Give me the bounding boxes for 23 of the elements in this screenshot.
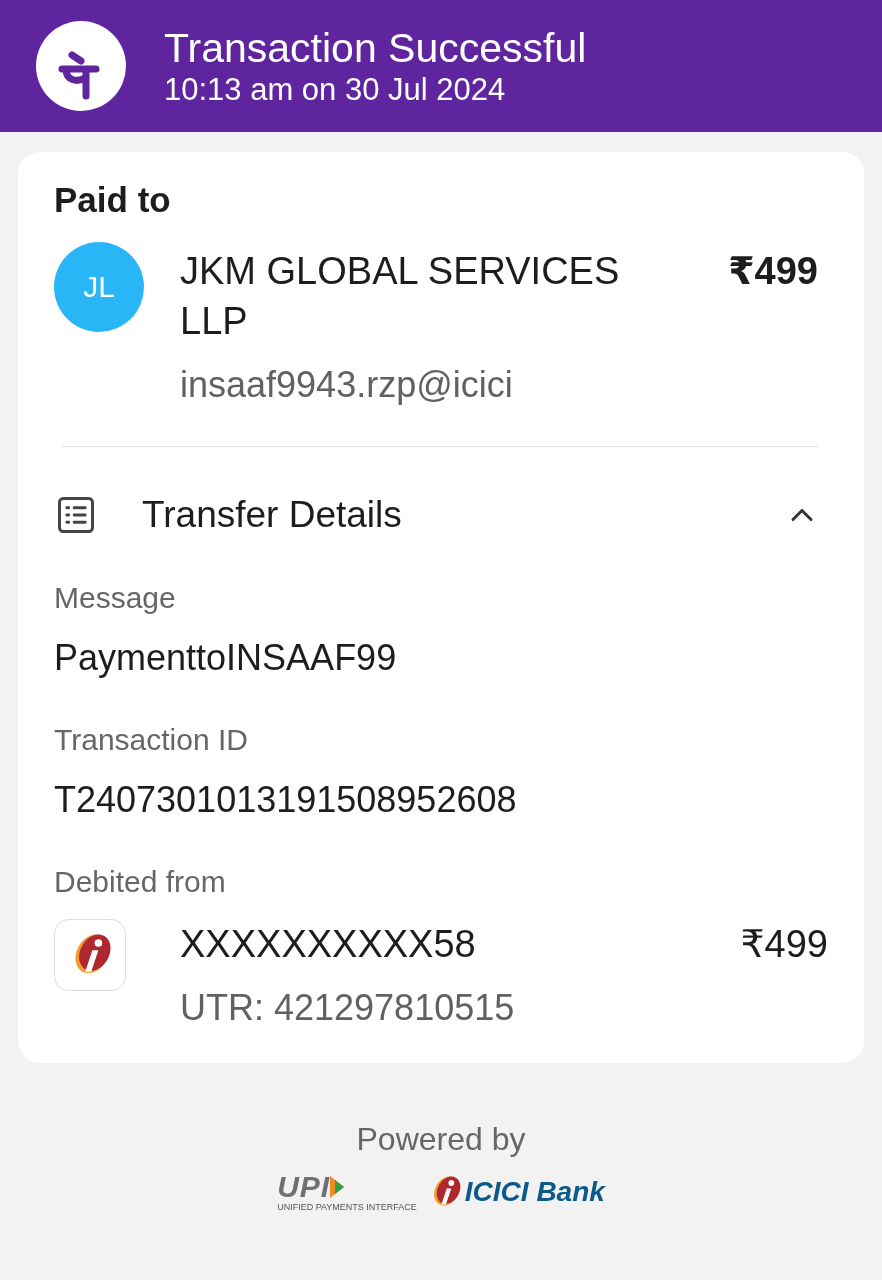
account-number: XXXXXXXXXX58 xyxy=(180,922,477,967)
field-value: PaymenttoINSAAF99 xyxy=(54,637,398,679)
utr-number: UTR: 421297810515 xyxy=(180,987,516,1029)
upi-arrow-icon xyxy=(330,1176,345,1198)
field-label: Message xyxy=(54,581,177,615)
app-logo-icon xyxy=(36,21,126,111)
section-heading: Paid to xyxy=(54,180,172,220)
field-value: T2407301013191508952608 xyxy=(54,779,518,821)
payee-upi-id: insaaf9943.rzp@icici xyxy=(180,364,514,406)
field-label: Transaction ID xyxy=(54,723,249,757)
payee-avatar: JL xyxy=(54,242,144,332)
section-title: Transfer Details xyxy=(142,494,403,536)
transaction-time: 10:13 am on 30 Jul 2024 xyxy=(164,72,507,108)
paid-amount: ₹499 xyxy=(728,249,818,294)
upi-tagline: UNIFIED PAYMENTS INTERFACE xyxy=(277,1202,417,1212)
bank-app-icon xyxy=(54,919,126,991)
upi-logo-text: UPI xyxy=(277,1172,331,1202)
payee-name: JKM GLOBAL SERVICES LLP xyxy=(180,249,621,344)
debited-amount: ₹499 xyxy=(740,922,828,967)
powered-by-text: Powered by xyxy=(356,1121,526,1158)
field-label: Debited from xyxy=(54,865,227,899)
bank-logo-text: ICICI Bank xyxy=(464,1176,605,1208)
screen-title: Transaction Successful xyxy=(164,24,587,72)
